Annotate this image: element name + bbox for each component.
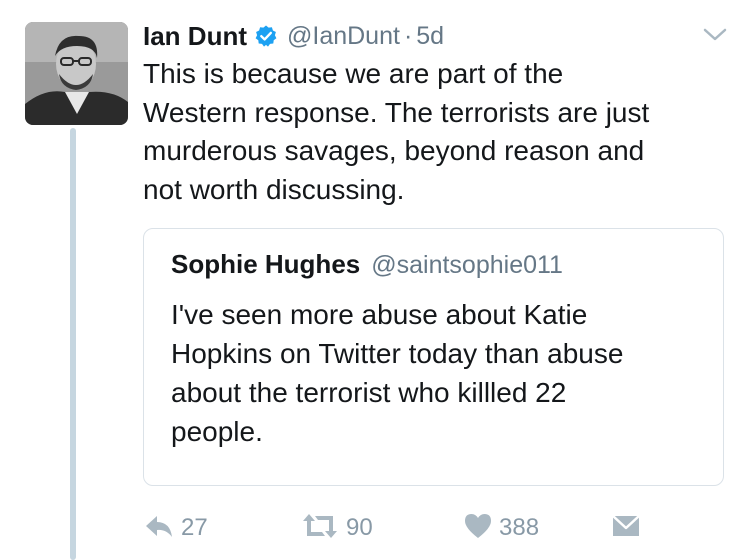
reply-button[interactable]: 27 — [143, 508, 208, 548]
author-name[interactable]: Ian Dunt — [143, 21, 247, 52]
action-bar: 27 90 388 — [143, 508, 663, 548]
envelope-icon — [611, 514, 641, 543]
timestamp[interactable]: 5d — [416, 22, 444, 51]
heart-icon — [463, 512, 493, 545]
reply-icon — [143, 512, 175, 545]
avatar[interactable] — [25, 22, 128, 125]
like-count: 388 — [499, 514, 540, 541]
tweet-header: Ian Dunt @IanDunt · 5d — [143, 18, 444, 54]
direct-message-button[interactable] — [611, 508, 641, 548]
retweet-button[interactable]: 90 — [300, 508, 373, 548]
separator-dot: · — [403, 21, 413, 50]
author-handle[interactable]: @IanDunt — [287, 22, 400, 51]
like-button[interactable]: 388 — [463, 508, 539, 548]
quoted-tweet[interactable]: Sophie Hughes @saintsophie011 I've seen … — [143, 228, 724, 486]
retweet-count: 90 — [346, 514, 373, 541]
thread-line — [70, 128, 76, 560]
verified-badge-icon — [254, 24, 278, 48]
tweet-text: This is because we are part of the Weste… — [143, 58, 650, 205]
quoted-author-name: Sophie Hughes — [171, 249, 361, 279]
retweet-icon — [300, 512, 340, 545]
quoted-author-handle: @saintsophie011 — [371, 251, 563, 279]
profile-photo — [25, 22, 128, 125]
chevron-down-icon[interactable] — [702, 26, 728, 44]
reply-count: 27 — [181, 514, 208, 541]
quoted-tweet-header: Sophie Hughes @saintsophie011 — [171, 249, 563, 280]
quoted-tweet-text: I've seen more abuse about Katie Hopkins… — [171, 299, 624, 447]
